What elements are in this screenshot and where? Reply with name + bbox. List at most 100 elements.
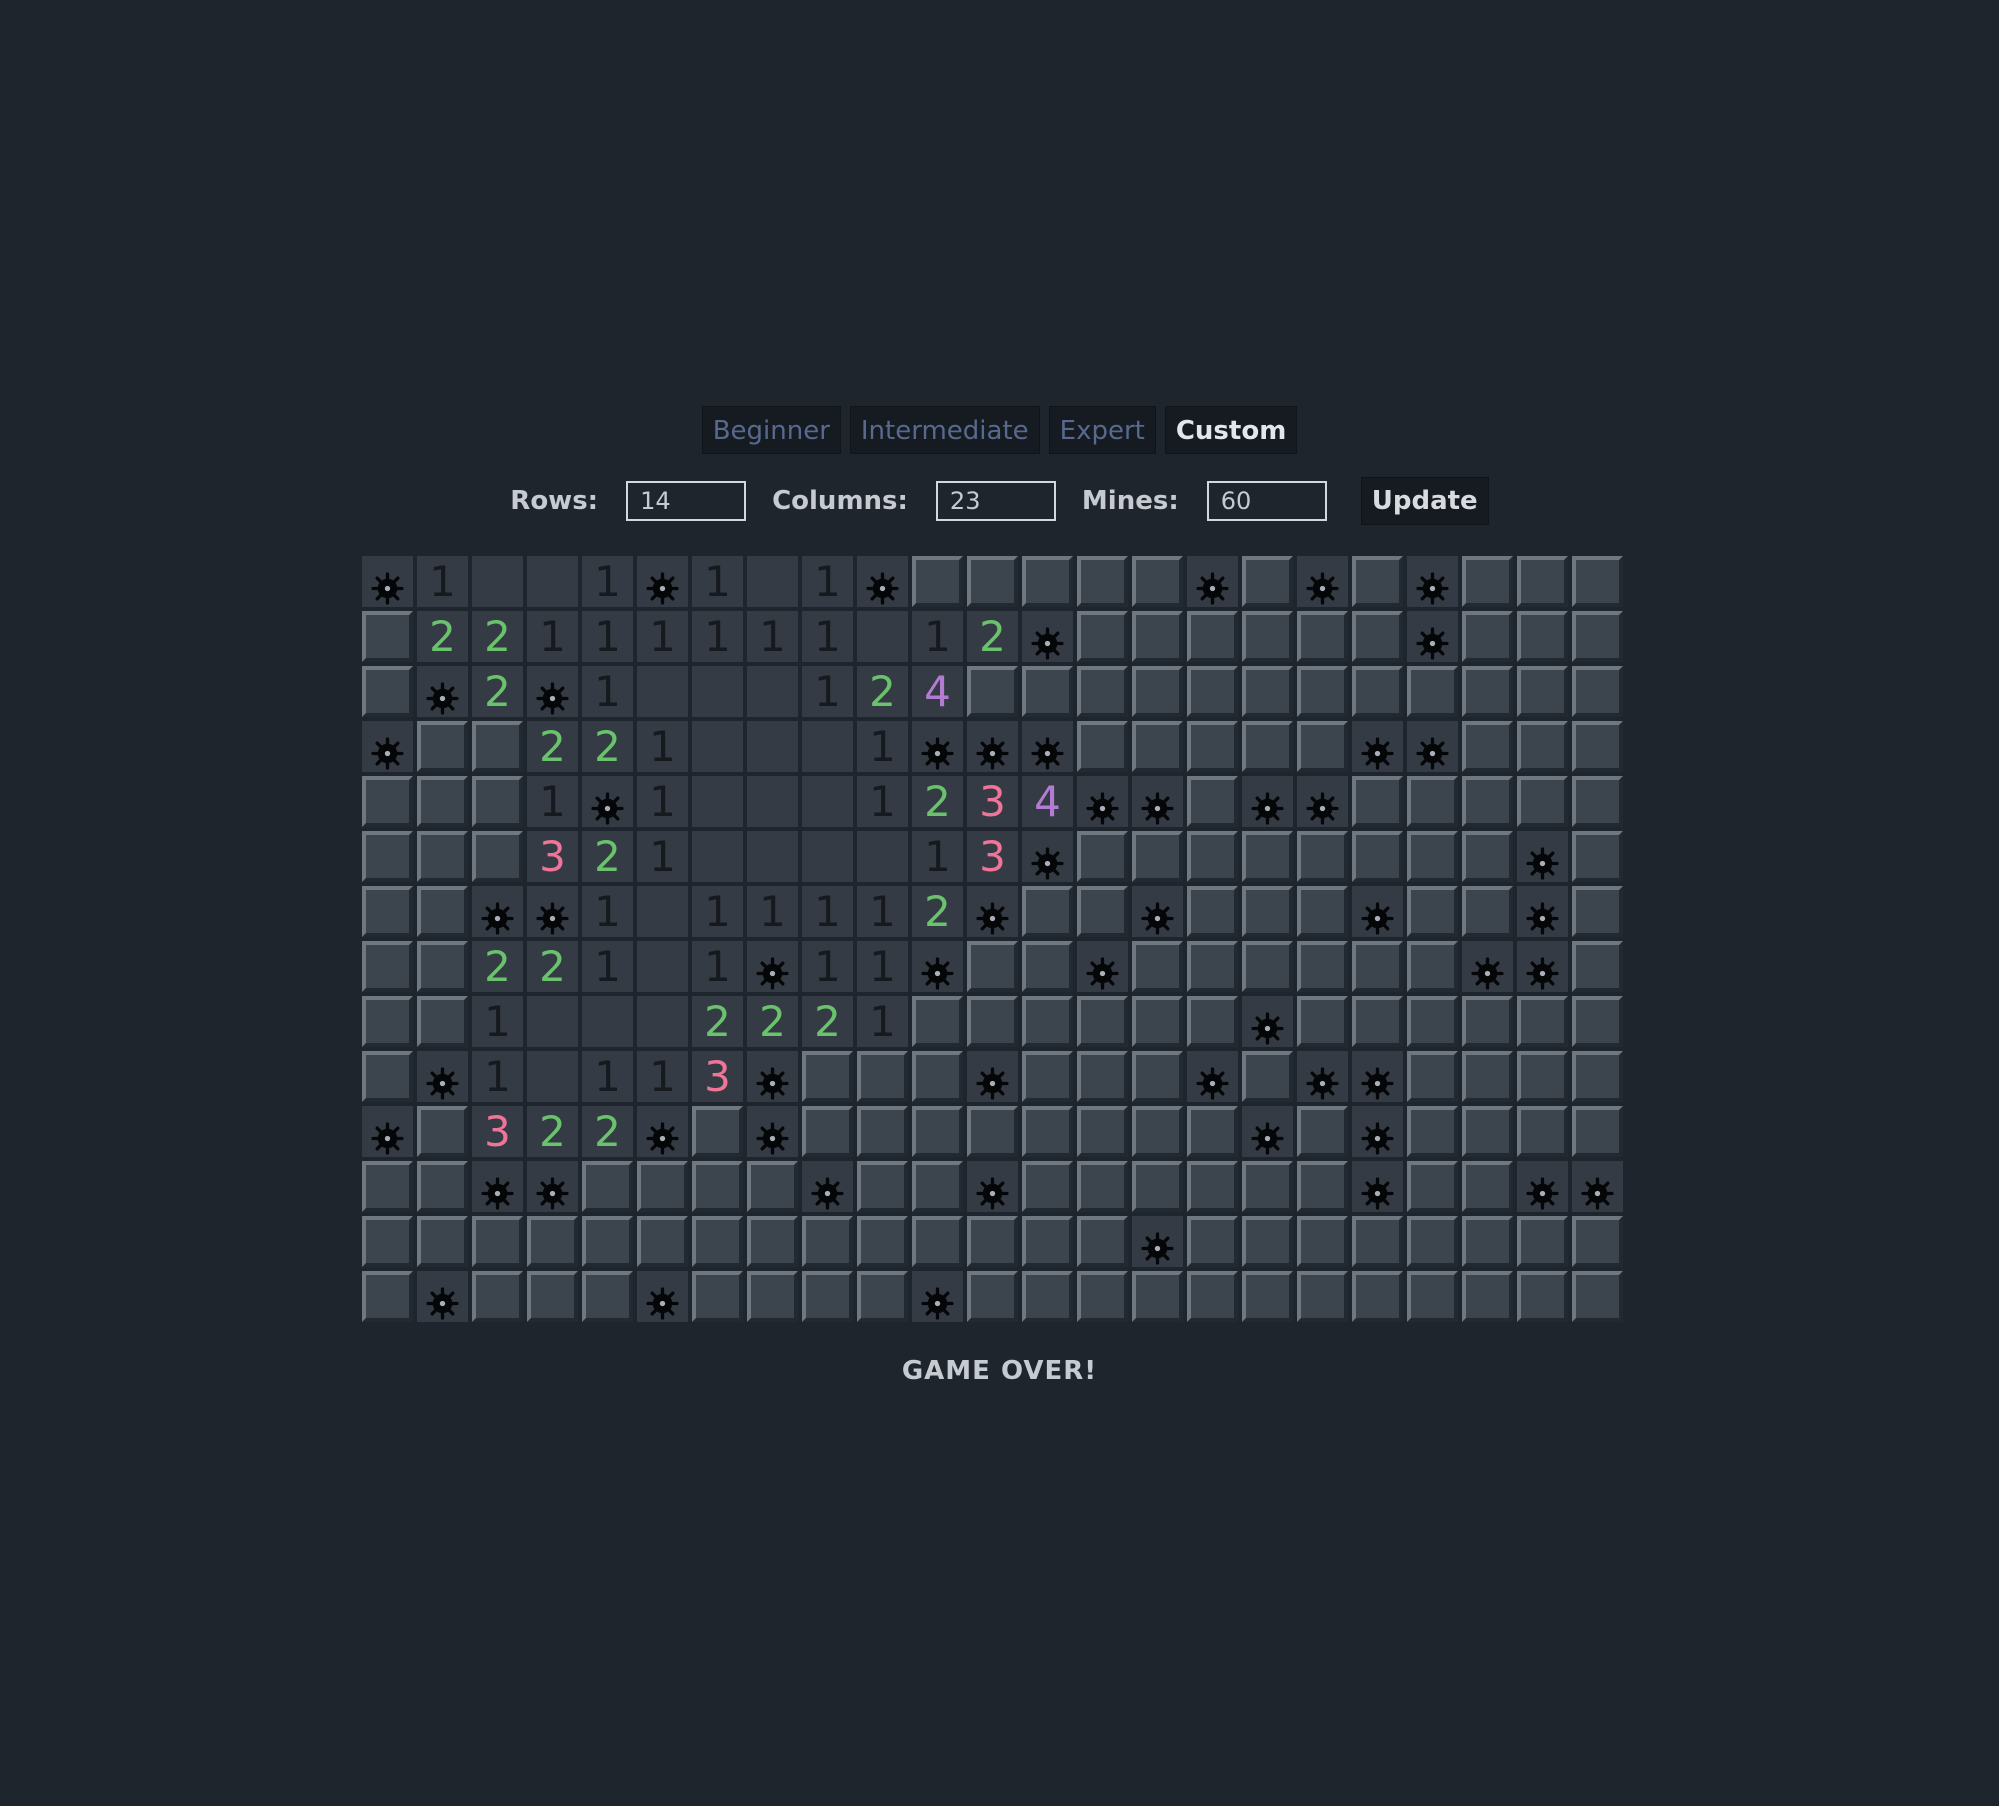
- hidden-cell[interactable]: [1132, 941, 1183, 992]
- hidden-cell[interactable]: [1077, 556, 1128, 607]
- mine-cell[interactable]: [1352, 1051, 1403, 1102]
- mine-cell[interactable]: [472, 886, 523, 937]
- hidden-cell[interactable]: [912, 1051, 963, 1102]
- hidden-cell[interactable]: [1297, 1271, 1348, 1322]
- hidden-cell[interactable]: [1077, 831, 1128, 882]
- mine-cell[interactable]: [637, 1271, 688, 1322]
- hidden-cell[interactable]: [1352, 831, 1403, 882]
- mine-cell[interactable]: [1407, 721, 1458, 772]
- mine-cell[interactable]: [747, 1106, 798, 1157]
- number-cell[interactable]: 1: [582, 1051, 633, 1102]
- hidden-cell[interactable]: [417, 776, 468, 827]
- hidden-cell[interactable]: [1407, 941, 1458, 992]
- number-cell[interactable]: 1: [582, 941, 633, 992]
- number-cell[interactable]: 1: [802, 941, 853, 992]
- mine-cell[interactable]: [1297, 776, 1348, 827]
- hidden-cell[interactable]: [1517, 1051, 1568, 1102]
- number-cell[interactable]: 1: [527, 611, 578, 662]
- hidden-cell[interactable]: [1407, 996, 1458, 1047]
- number-cell[interactable]: 1: [802, 886, 853, 937]
- mine-cell[interactable]: [1517, 941, 1568, 992]
- hidden-cell[interactable]: [1077, 1106, 1128, 1157]
- hidden-cell[interactable]: [802, 1051, 853, 1102]
- hidden-cell[interactable]: [1352, 1216, 1403, 1267]
- hidden-cell[interactable]: [1242, 941, 1293, 992]
- hidden-cell[interactable]: [1022, 1216, 1073, 1267]
- hidden-cell[interactable]: [1297, 1106, 1348, 1157]
- number-cell[interactable]: 1: [857, 886, 908, 937]
- mine-cell[interactable]: [1462, 941, 1513, 992]
- hidden-cell[interactable]: [527, 1216, 578, 1267]
- hidden-cell[interactable]: [1572, 556, 1623, 607]
- hidden-cell[interactable]: [1187, 611, 1238, 662]
- mine-cell[interactable]: [362, 1106, 413, 1157]
- hidden-cell[interactable]: [1572, 666, 1623, 717]
- hidden-cell[interactable]: [472, 721, 523, 772]
- revealed-empty-cell[interactable]: [527, 996, 578, 1047]
- hidden-cell[interactable]: [1022, 886, 1073, 937]
- hidden-cell[interactable]: [1407, 666, 1458, 717]
- revealed-empty-cell[interactable]: [857, 611, 908, 662]
- number-cell[interactable]: 4: [1022, 776, 1073, 827]
- hidden-cell[interactable]: [637, 1216, 688, 1267]
- hidden-cell[interactable]: [417, 1106, 468, 1157]
- hidden-cell[interactable]: [967, 941, 1018, 992]
- hidden-cell[interactable]: [1297, 721, 1348, 772]
- hidden-cell[interactable]: [967, 556, 1018, 607]
- number-cell[interactable]: 1: [637, 1051, 688, 1102]
- hidden-cell[interactable]: [1187, 886, 1238, 937]
- hidden-cell[interactable]: [362, 776, 413, 827]
- hidden-cell[interactable]: [417, 996, 468, 1047]
- hidden-cell[interactable]: [1297, 1216, 1348, 1267]
- hidden-cell[interactable]: [1407, 831, 1458, 882]
- number-cell[interactable]: 2: [472, 666, 523, 717]
- mine-cell[interactable]: [967, 1161, 1018, 1212]
- hidden-cell[interactable]: [1132, 1271, 1183, 1322]
- hidden-cell[interactable]: [1132, 831, 1183, 882]
- hidden-cell[interactable]: [1462, 556, 1513, 607]
- hidden-cell[interactable]: [1187, 666, 1238, 717]
- hidden-cell[interactable]: [857, 1271, 908, 1322]
- number-cell[interactable]: 1: [637, 611, 688, 662]
- hidden-cell[interactable]: [582, 1216, 633, 1267]
- number-cell[interactable]: 2: [582, 721, 633, 772]
- hidden-cell[interactable]: [1022, 1271, 1073, 1322]
- mine-cell[interactable]: [1352, 721, 1403, 772]
- number-cell[interactable]: 1: [582, 666, 633, 717]
- hidden-cell[interactable]: [1572, 721, 1623, 772]
- revealed-empty-cell[interactable]: [637, 941, 688, 992]
- number-cell[interactable]: 2: [417, 611, 468, 662]
- hidden-cell[interactable]: [1462, 1106, 1513, 1157]
- hidden-cell[interactable]: [1407, 886, 1458, 937]
- revealed-empty-cell[interactable]: [692, 666, 743, 717]
- revealed-empty-cell[interactable]: [857, 831, 908, 882]
- mine-cell[interactable]: [1187, 556, 1238, 607]
- columns-input[interactable]: [935, 481, 1056, 521]
- number-cell[interactable]: 1: [692, 556, 743, 607]
- mine-cell[interactable]: [362, 721, 413, 772]
- hidden-cell[interactable]: [1572, 831, 1623, 882]
- hidden-cell[interactable]: [1517, 721, 1568, 772]
- hidden-cell[interactable]: [967, 1271, 1018, 1322]
- mine-cell[interactable]: [637, 556, 688, 607]
- hidden-cell[interactable]: [1242, 886, 1293, 937]
- hidden-cell[interactable]: [1132, 1051, 1183, 1102]
- hidden-cell[interactable]: [1132, 666, 1183, 717]
- hidden-cell[interactable]: [1077, 996, 1128, 1047]
- hidden-cell[interactable]: [1187, 831, 1238, 882]
- hidden-cell[interactable]: [1517, 611, 1568, 662]
- hidden-cell[interactable]: [1462, 611, 1513, 662]
- hidden-cell[interactable]: [1077, 886, 1128, 937]
- hidden-cell[interactable]: [1462, 996, 1513, 1047]
- hidden-cell[interactable]: [1407, 1271, 1458, 1322]
- hidden-cell[interactable]: [1242, 831, 1293, 882]
- hidden-cell[interactable]: [362, 941, 413, 992]
- hidden-cell[interactable]: [1352, 776, 1403, 827]
- revealed-empty-cell[interactable]: [527, 556, 578, 607]
- hidden-cell[interactable]: [362, 1216, 413, 1267]
- hidden-cell[interactable]: [912, 556, 963, 607]
- mine-cell[interactable]: [1517, 1161, 1568, 1212]
- number-cell[interactable]: 1: [857, 721, 908, 772]
- number-cell[interactable]: 2: [912, 886, 963, 937]
- number-cell[interactable]: 4: [912, 666, 963, 717]
